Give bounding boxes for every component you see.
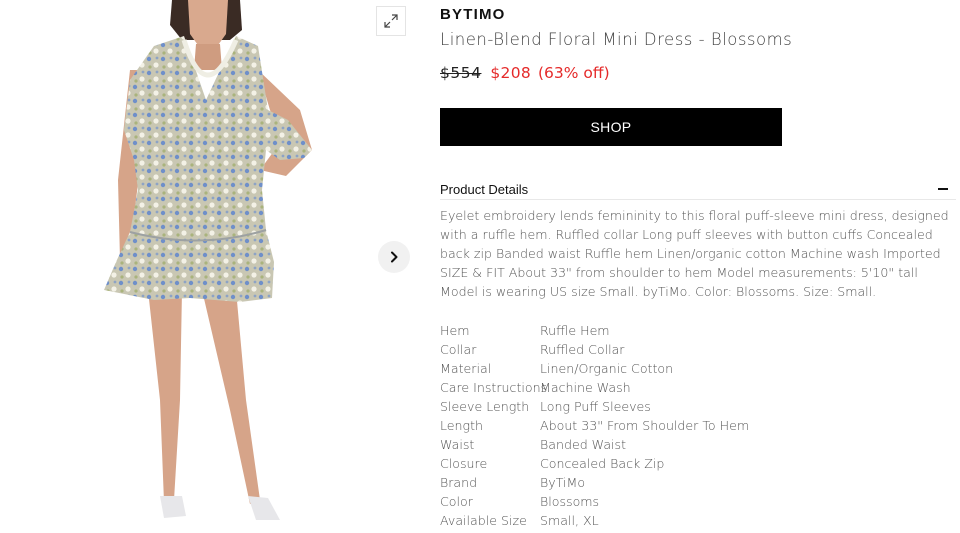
product-details-heading: Product Details: [440, 181, 529, 197]
spec-row: Material Linen/Organic Cotton: [440, 359, 956, 378]
spec-row: Hem Ruffle Hem: [440, 321, 956, 340]
spec-row: Sleeve Length Long Puff Sleeves: [440, 397, 956, 416]
discount-label: (63% off): [537, 64, 610, 82]
original-price: $554: [440, 64, 482, 82]
chevron-right-icon: [391, 251, 398, 263]
spec-value: About 33" From Shoulder To Hem: [540, 418, 750, 433]
spec-label: Collar: [440, 342, 477, 357]
product-image[interactable]: [90, 0, 330, 533]
spec-label: Brand: [440, 475, 478, 490]
price-row: $554 $208 (63% off): [440, 64, 610, 82]
product-description: Eyelet embroidery lends femininity to th…: [440, 208, 949, 299]
spec-value: Linen/Organic Cotton: [540, 361, 674, 376]
spec-value: Blossoms: [540, 494, 600, 509]
expand-image-button[interactable]: [376, 6, 406, 36]
spec-row: Brand ByTiMo: [440, 473, 956, 492]
product-gallery: [0, 0, 420, 533]
product-details-accordion-header[interactable]: Product Details: [440, 178, 956, 200]
spec-label: Color: [440, 494, 473, 509]
spec-row: Waist Banded Waist: [440, 435, 956, 454]
spec-value: Long Puff Sleeves: [540, 399, 651, 414]
spec-value: Banded Waist: [540, 437, 627, 452]
spec-label: Length: [440, 418, 484, 433]
spec-table: Hem Ruffle Hem Collar Ruffled Collar Mat…: [440, 321, 956, 530]
spec-value: Ruffle Hem: [540, 323, 610, 338]
sale-price: $208: [490, 64, 532, 82]
spec-label: Material: [440, 361, 492, 376]
spec-label: Sleeve Length: [440, 399, 530, 414]
spec-value: ByTiMo: [540, 475, 586, 490]
spec-row: Available Size Small, XL: [440, 511, 956, 530]
divider: [440, 199, 956, 200]
spec-row: Closure Concealed Back Zip: [440, 454, 956, 473]
minus-icon[interactable]: [938, 188, 948, 190]
spec-value: Ruffled Collar: [540, 342, 625, 357]
spec-value: Small, XL: [540, 513, 599, 528]
spec-label: Hem: [440, 323, 470, 338]
spec-row: Care Instructions Machine Wash: [440, 378, 956, 397]
spec-value: Machine Wash: [540, 380, 631, 395]
spec-row: Color Blossoms: [440, 492, 956, 511]
spec-value: Concealed Back Zip: [540, 456, 665, 471]
spec-label: Closure: [440, 456, 488, 471]
product-title: Linen-Blend Floral Mini Dress - Blossoms: [440, 30, 793, 49]
spec-row: Length About 33" From Shoulder To Hem: [440, 416, 956, 435]
spec-label: Waist: [440, 437, 475, 452]
expand-arrows-icon: [384, 14, 398, 28]
spec-row: Collar Ruffled Collar: [440, 340, 956, 359]
next-image-button[interactable]: [378, 241, 410, 273]
shop-button[interactable]: SHOP: [440, 108, 782, 146]
spec-label: Care Instructions: [440, 380, 548, 395]
spec-label: Available Size: [440, 513, 527, 528]
brand-name[interactable]: BYTIMO: [440, 6, 506, 23]
